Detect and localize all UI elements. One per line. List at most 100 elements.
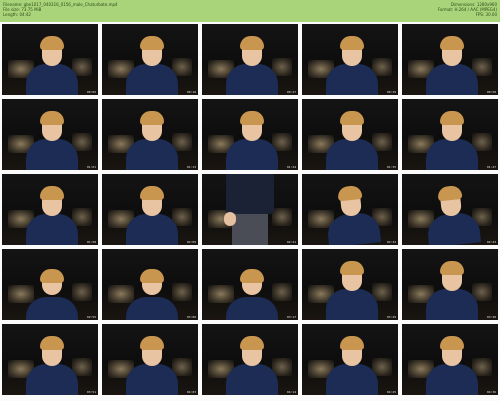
- figure-hair: [40, 186, 64, 200]
- person-figure: [226, 34, 278, 95]
- thumbnail-timestamp: 01:01: [86, 165, 96, 169]
- thumbnail-timestamp: 00:05: [86, 90, 96, 94]
- figure-shirt: [126, 297, 178, 320]
- thumbnail-timestamp: 02:43: [486, 240, 496, 244]
- video-thumbnail[interactable]: 02:43: [402, 174, 498, 245]
- thumbnail-grid: 00:05 00:16 00:27 00:39 00:50 01:01 01:13 01:24…: [2, 24, 498, 399]
- length-value: 04:42: [19, 12, 31, 17]
- video-thumbnail[interactable]: 00:50: [402, 24, 498, 95]
- video-thumbnail[interactable]: 03:29: [302, 249, 398, 320]
- person-figure: [26, 109, 78, 170]
- figure-hair: [340, 261, 364, 275]
- file-info-right: Dimensions: 1280x960 Format: H.264 / AAC…: [438, 2, 497, 17]
- person-figure: [426, 182, 482, 245]
- background-light: [172, 283, 192, 301]
- thumbnail-timestamp: 04:14: [286, 390, 296, 394]
- format-label: Format:: [437, 7, 454, 12]
- thumbnail-timestamp: 03:51: [86, 390, 96, 394]
- thumbnail-timestamp: 01:24: [286, 165, 296, 169]
- figure-shirt: [426, 364, 478, 395]
- video-thumbnail[interactable]: 02:21: [202, 174, 298, 245]
- figure-shirt: [26, 297, 78, 320]
- figure-shirt: [326, 139, 378, 170]
- person-figure: [226, 267, 278, 320]
- figure-hair: [437, 184, 463, 202]
- thumbnail-timestamp: 04:03: [186, 390, 196, 394]
- person-figure: [226, 109, 278, 170]
- thumbnail-timestamp: 03:29: [386, 315, 396, 319]
- figure-shirt: [226, 64, 278, 95]
- person-figure: [426, 109, 478, 170]
- person-figure: [26, 34, 78, 95]
- info-header: Filename: gbe1017_040316_0156_male_Chatu…: [0, 0, 500, 22]
- video-thumbnail[interactable]: 01:01: [2, 99, 98, 170]
- thumbnail-timestamp: 01:13: [186, 165, 196, 169]
- thumbnail-timestamp: 00:27: [286, 90, 296, 94]
- video-thumbnail[interactable]: 02:32: [302, 174, 398, 245]
- person-figure: [426, 259, 478, 320]
- figure-shirt: [226, 139, 278, 170]
- length-row: Length: 04:42: [3, 12, 118, 17]
- video-thumbnail[interactable]: 03:51: [2, 324, 98, 395]
- thumbnail-timestamp: 04:36: [486, 390, 496, 394]
- figure-hair: [140, 111, 164, 125]
- background-light: [72, 283, 92, 301]
- figure-shirt: [226, 297, 278, 320]
- video-thumbnail[interactable]: 04:25: [302, 324, 398, 395]
- figure-shirt: [326, 364, 378, 395]
- video-thumbnail[interactable]: 01:13: [102, 99, 198, 170]
- video-thumbnail[interactable]: 01:24: [202, 99, 298, 170]
- video-thumbnail[interactable]: 02:55: [2, 249, 98, 320]
- person-figure: [126, 334, 178, 395]
- video-thumbnail[interactable]: 03:06: [102, 249, 198, 320]
- thumbnail-timestamp: 02:21: [286, 240, 296, 244]
- person-figure: [126, 109, 178, 170]
- figure-shirt: [26, 139, 78, 170]
- standing-figure: [222, 174, 278, 245]
- figure-hair: [240, 336, 264, 350]
- figure-shirt: [226, 364, 278, 395]
- video-thumbnail[interactable]: 01:58: [2, 174, 98, 245]
- thumbnail-timestamp: 02:55: [86, 315, 96, 319]
- video-thumbnail[interactable]: 00:05: [2, 24, 98, 95]
- figure-shirt: [426, 289, 478, 320]
- thumbnail-timestamp: 01:35: [386, 165, 396, 169]
- video-thumbnail[interactable]: 00:16: [102, 24, 198, 95]
- video-thumbnail[interactable]: 04:14: [202, 324, 298, 395]
- person-figure: [326, 34, 378, 95]
- person-figure: [326, 259, 378, 320]
- video-thumbnail[interactable]: 04:36: [402, 324, 498, 395]
- figure-shirt: [26, 364, 78, 395]
- figure-hair: [440, 111, 464, 125]
- thumbnail-timestamp: 02:09: [186, 240, 196, 244]
- video-thumbnail[interactable]: 00:39: [302, 24, 398, 95]
- thumbnail-timestamp: 04:25: [386, 390, 396, 394]
- person-figure: [326, 182, 382, 245]
- video-thumbnail[interactable]: 02:09: [102, 174, 198, 245]
- figure-hair: [140, 269, 164, 283]
- person-figure: [126, 184, 178, 245]
- video-thumbnail[interactable]: 01:35: [302, 99, 398, 170]
- person-figure: [26, 267, 78, 320]
- person-figure: [326, 334, 378, 395]
- video-thumbnail[interactable]: 03:17: [202, 249, 298, 320]
- person-figure: [126, 34, 178, 95]
- thumbnail-timestamp: 01:47: [486, 165, 496, 169]
- thumbnail-timestamp: 02:32: [386, 240, 396, 244]
- video-thumbnail[interactable]: 03:40: [402, 249, 498, 320]
- figure-shirt: [126, 364, 178, 395]
- person-figure: [226, 334, 278, 395]
- figure-hand: [224, 212, 236, 226]
- figure-hair: [340, 111, 364, 125]
- figure-hair: [40, 269, 64, 283]
- person-figure: [426, 34, 478, 95]
- video-thumbnail[interactable]: 00:27: [202, 24, 298, 95]
- person-figure: [426, 334, 478, 395]
- figure-jeans: [232, 214, 268, 245]
- video-thumbnail[interactable]: 04:03: [102, 324, 198, 395]
- figure-hair: [240, 111, 264, 125]
- figure-shirt: [26, 214, 78, 245]
- video-thumbnail[interactable]: 01:47: [402, 99, 498, 170]
- file-info-left: Filename: gbe1017_040316_0156_male_Chatu…: [3, 2, 118, 17]
- background-lamp: [208, 285, 234, 303]
